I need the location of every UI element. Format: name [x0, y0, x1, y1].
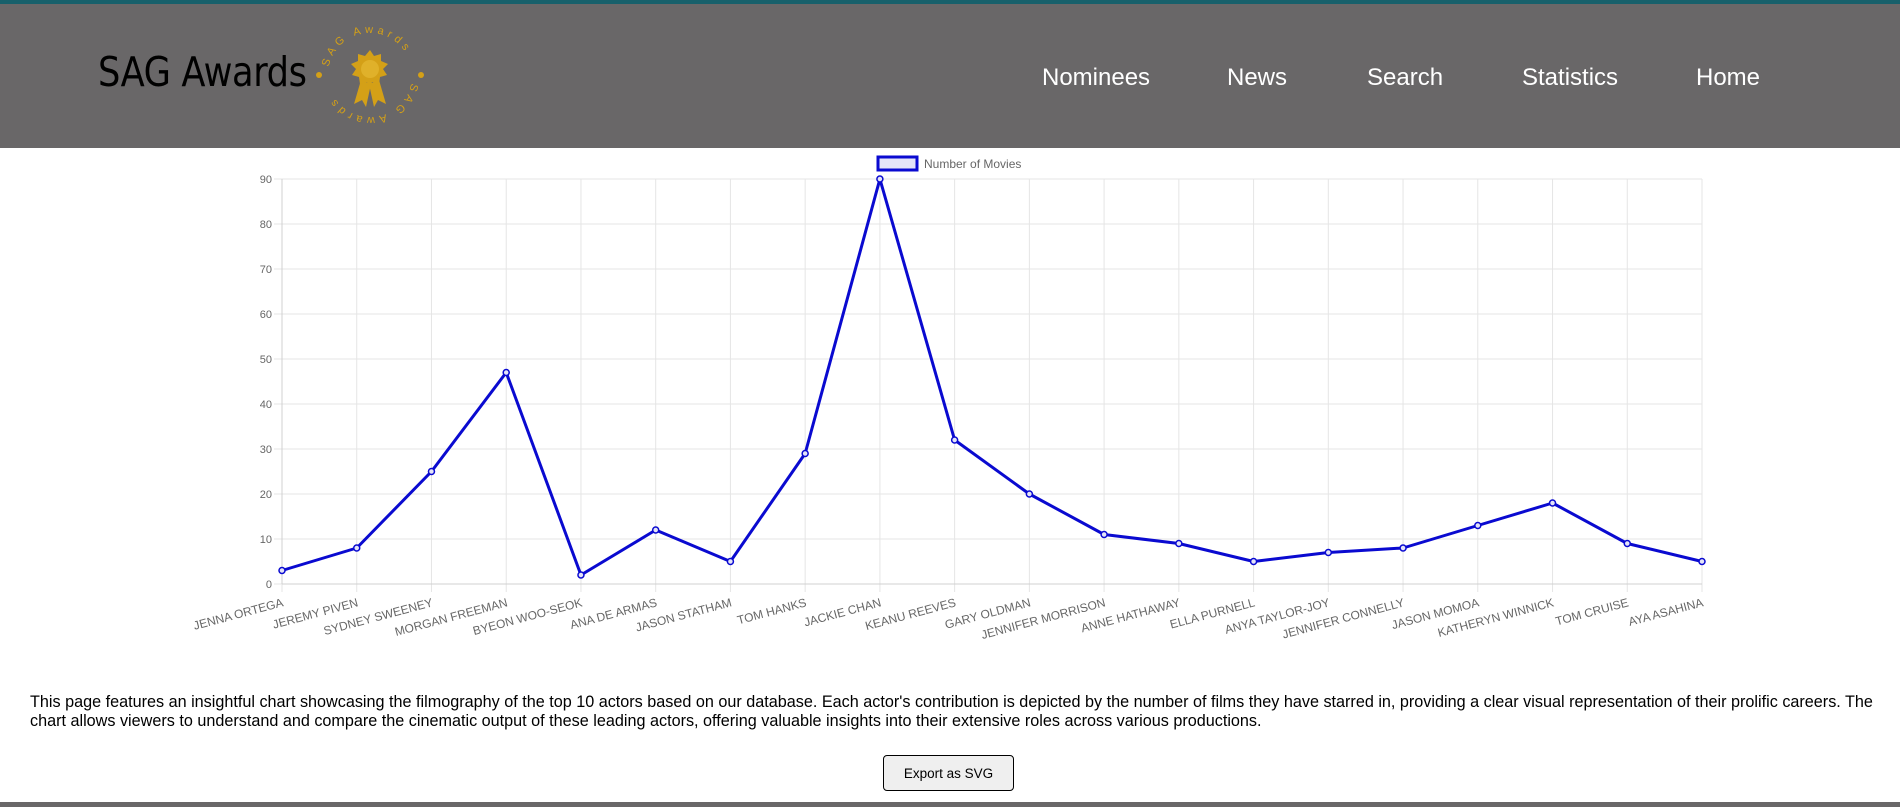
data-point[interactable]: [502, 368, 510, 377]
data-point[interactable]: [1100, 530, 1108, 539]
data-point[interactable]: [577, 571, 585, 579]
y-tick-label: 60: [260, 309, 272, 321]
data-point[interactable]: [1548, 499, 1557, 507]
data-point[interactable]: [1175, 539, 1183, 548]
y-tick-label: 70: [260, 264, 272, 276]
x-tick-label: AYA ASAHINA: [1627, 595, 1705, 628]
y-tick-label: 80: [260, 219, 272, 231]
x-tick-label: TOM CRUISE: [1554, 595, 1630, 628]
y-tick-label: 0: [266, 579, 272, 591]
data-point[interactable]: [1474, 521, 1482, 530]
y-axis-ticks: 0 10 20 30 40 50 60 70 80 90: [260, 174, 272, 591]
data-point[interactable]: [1249, 557, 1258, 566]
data-point[interactable]: [1399, 544, 1407, 552]
nav-home[interactable]: Home: [1696, 64, 1760, 92]
nav-statistics[interactable]: Statistics: [1522, 64, 1618, 92]
data-point[interactable]: [1025, 490, 1034, 498]
x-axis-ticks: JENNA ORTEGAJEREMY PIVENSYDNEY SWEENEYMO…: [192, 595, 1705, 642]
data-point[interactable]: [651, 526, 660, 534]
nav-search[interactable]: Search: [1367, 64, 1443, 92]
y-tick-label: 50: [260, 354, 272, 366]
y-tick-label: 40: [260, 399, 272, 411]
export-svg-button[interactable]: Export as SVG: [883, 755, 1014, 791]
data-point[interactable]: [1623, 539, 1632, 548]
nav-news[interactable]: News: [1227, 64, 1287, 92]
data-point[interactable]: [1698, 557, 1706, 566]
y-tick-label: 10: [260, 534, 272, 546]
nav-nominees[interactable]: Nominees: [1042, 64, 1150, 92]
site-header: SAG Awards SAG Awards SAG Awards Nominee…: [0, 4, 1900, 148]
legend-swatch[interactable]: [876, 155, 919, 172]
chart-legend[interactable]: Number of Movies: [876, 155, 1021, 172]
data-point[interactable]: [278, 566, 286, 575]
y-tick-label: 30: [260, 444, 272, 456]
x-tick-label: TOM HANKS: [736, 595, 808, 627]
data-point[interactable]: [801, 449, 809, 458]
x-tick-label: JENNA ORTEGA: [192, 595, 285, 632]
series-line: [281, 177, 1703, 577]
y-tick-label: 20: [260, 489, 272, 501]
data-point[interactable]: [1324, 548, 1333, 557]
data-point[interactable]: [352, 544, 361, 552]
main-nav: Nominees News Search Statistics Home: [0, 64, 1900, 96]
data-point[interactable]: [950, 436, 959, 444]
footer-bar: [0, 802, 1900, 807]
series-number-of-movies: [278, 175, 1706, 579]
movies-chart-section: 0 10 20 30 40 50 60 70 80 90 JENNA ORTEGA JEREMY P…: [0, 148, 1900, 648]
chart-grid: [274, 178, 1703, 592]
y-tick-label: 90: [260, 174, 272, 186]
data-point[interactable]: [726, 557, 735, 566]
data-point[interactable]: [427, 467, 436, 476]
data-point[interactable]: [876, 175, 884, 183]
legend-label[interactable]: Number of Movies: [924, 157, 1021, 171]
page-description: This page features an insightful chart s…: [30, 693, 1873, 731]
movies-line-chart: 0 10 20 30 40 50 60 70 80 90 JENNA ORTEGAJEREMY P…: [192, 155, 1706, 642]
